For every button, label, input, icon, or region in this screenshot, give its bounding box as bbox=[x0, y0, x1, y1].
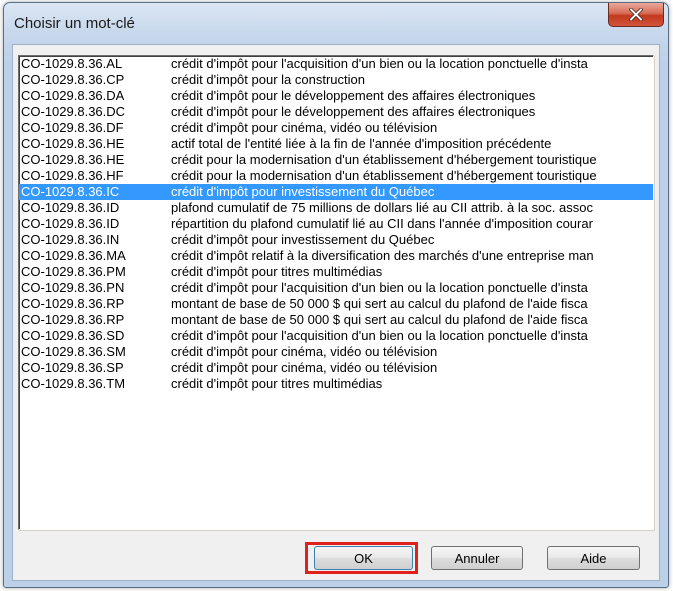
list-item[interactable]: CO-1029.8.36.AL crédit d'impôt pour l'acq… bbox=[19, 56, 653, 72]
window-title: Choisir un mot-clé bbox=[14, 15, 135, 32]
keyword-description: crédit pour la modernisation d'un établi… bbox=[171, 168, 597, 183]
keyword-description: crédit d'impôt pour cinéma, vidéo ou tél… bbox=[171, 360, 438, 375]
keyword-description: crédit d'impôt pour la construction bbox=[171, 72, 365, 87]
list-item[interactable]: CO-1029.8.36.DF crédit d'impôt pour ciném… bbox=[19, 120, 653, 136]
list-item[interactable]: CO-1029.8.36.DA crédit d'impôt pour le dé… bbox=[19, 88, 653, 104]
keyword-description: répartition du plafond cumulatif lié au … bbox=[171, 216, 593, 231]
list-item[interactable]: CO-1029.8.36.ID répartition du plafond cu… bbox=[19, 216, 653, 232]
cancel-button[interactable]: Annuler bbox=[431, 546, 523, 570]
list-item[interactable]: CO-1029.8.36.RP montant de base de 50 000… bbox=[19, 296, 653, 312]
keyword-description: crédit d'impôt pour investissement du Qu… bbox=[171, 232, 435, 247]
list-item[interactable]: CO-1029.8.36.RP montant de base de 50 000… bbox=[19, 312, 653, 328]
keyword-description: crédit d'impôt pour le développement des… bbox=[171, 88, 536, 103]
keyword-description: crédit d'impôt pour cinéma, vidéo ou tél… bbox=[171, 120, 438, 135]
keyword-code: CO-1029.8.36.TM bbox=[21, 376, 126, 391]
keyword-description: crédit d'impôt pour investissement du Qu… bbox=[171, 184, 435, 199]
list-item[interactable]: CO-1029.8.36.MA crédit d'impôt relatif à … bbox=[19, 248, 653, 264]
ok-button[interactable]: OK bbox=[314, 546, 413, 570]
keyword-description: crédit d'impôt pour l'acquisition d'un b… bbox=[171, 328, 588, 343]
list-item[interactable]: CO-1029.8.36.TM crédit d'impôt pour titre… bbox=[19, 376, 653, 392]
keyword-code: CO-1029.8.36.IN bbox=[21, 232, 120, 247]
keyword-description: montant de base de 50 000 $ qui sert au … bbox=[171, 312, 588, 327]
list-item[interactable]: CO-1029.8.36.HE crédit pour la modernisat… bbox=[19, 152, 653, 168]
dialog-window: Choisir un mot-clé CO-1029.8.36.AL crédit… bbox=[3, 2, 669, 588]
keyword-code: CO-1029.8.36.IC bbox=[21, 184, 120, 199]
keyword-description: crédit pour la modernisation d'un établi… bbox=[171, 152, 597, 167]
keyword-description: plafond cumulatif de 75 millions de doll… bbox=[171, 200, 593, 215]
close-icon bbox=[629, 8, 643, 21]
keyword-code: CO-1029.8.36.RP bbox=[21, 296, 125, 311]
keyword-code: CO-1029.8.36.CP bbox=[21, 72, 125, 87]
list-item[interactable]: CO-1029.8.36.CP crédit d'impôt pour la co… bbox=[19, 72, 653, 88]
keyword-code: CO-1029.8.36.HE bbox=[21, 152, 125, 167]
list-item[interactable]: CO-1029.8.36.SM crédit d'impôt pour ciném… bbox=[19, 344, 653, 360]
keyword-code: CO-1029.8.36.DA bbox=[21, 88, 125, 103]
keyword-description: crédit d'impôt pour le développement des… bbox=[171, 104, 536, 119]
keyword-code: CO-1029.8.36.HF bbox=[21, 168, 124, 183]
keyword-code: CO-1029.8.36.DF bbox=[21, 120, 124, 135]
list-item[interactable]: CO-1029.8.36.IC crédit d'impôt pour inves… bbox=[19, 184, 653, 200]
keyword-code: CO-1029.8.36.PN bbox=[21, 280, 125, 295]
keyword-code: CO-1029.8.36.MA bbox=[21, 248, 126, 263]
keyword-code: CO-1029.8.36.HE bbox=[21, 136, 125, 151]
list-item[interactable]: CO-1029.8.36.HF crédit pour la modernisat… bbox=[19, 168, 653, 184]
list-item[interactable]: CO-1029.8.36.IN crédit d'impôt pour inves… bbox=[19, 232, 653, 248]
list-item[interactable]: CO-1029.8.36.PM crédit d'impôt pour titre… bbox=[19, 264, 653, 280]
keyword-code: CO-1029.8.36.PM bbox=[21, 264, 126, 279]
keyword-code: CO-1029.8.36.SD bbox=[21, 328, 125, 343]
keyword-code: CO-1029.8.36.SM bbox=[21, 344, 126, 359]
keyword-description: actif total de l'entité liée à la fin de… bbox=[171, 136, 552, 151]
keyword-description: crédit d'impôt relatif à la diversificat… bbox=[171, 248, 594, 263]
help-button[interactable]: Aide bbox=[547, 546, 640, 570]
keyword-description: montant de base de 50 000 $ qui sert au … bbox=[171, 296, 588, 311]
keyword-description: crédit d'impôt pour l'acquisition d'un b… bbox=[171, 56, 588, 71]
list-item[interactable]: CO-1029.8.36.SP crédit d'impôt pour ciném… bbox=[19, 360, 653, 376]
title-bar[interactable]: Choisir un mot-clé bbox=[4, 3, 668, 43]
keyword-code: CO-1029.8.36.RP bbox=[21, 312, 125, 327]
keyword-description: crédit d'impôt pour titres multimédias bbox=[171, 376, 383, 391]
list-item[interactable]: CO-1029.8.36.DC crédit d'impôt pour le dé… bbox=[19, 104, 653, 120]
keyword-code: CO-1029.8.36.AL bbox=[21, 56, 123, 71]
keyword-description: crédit d'impôt pour cinéma, vidéo ou tél… bbox=[171, 344, 438, 359]
keyword-description: crédit d'impôt pour l'acquisition d'un b… bbox=[171, 280, 588, 295]
keyword-description: crédit d'impôt pour titres multimédias bbox=[171, 264, 383, 279]
keyword-code: CO-1029.8.36.ID bbox=[21, 216, 120, 231]
list-item[interactable]: CO-1029.8.36.SD crédit d'impôt pour l'acq… bbox=[19, 328, 653, 344]
keyword-code: CO-1029.8.36.SP bbox=[21, 360, 124, 375]
close-button[interactable] bbox=[608, 3, 664, 27]
keyword-code: CO-1029.8.36.DC bbox=[21, 104, 126, 119]
list-item[interactable]: CO-1029.8.36.HE actif total de l'entité l… bbox=[19, 136, 653, 152]
button-bar: OK Annuler Aide bbox=[13, 542, 659, 574]
list-item[interactable]: CO-1029.8.36.PN crédit d'impôt pour l'acq… bbox=[19, 280, 653, 296]
keyword-code: CO-1029.8.36.ID bbox=[21, 200, 120, 215]
list-item[interactable]: CO-1029.8.36.ID plafond cumulatif de 75 m… bbox=[19, 200, 653, 216]
dialog-client-area: CO-1029.8.36.AL crédit d'impôt pour l'acq… bbox=[12, 44, 660, 581]
keyword-listbox[interactable]: CO-1029.8.36.AL crédit d'impôt pour l'acq… bbox=[18, 55, 654, 530]
